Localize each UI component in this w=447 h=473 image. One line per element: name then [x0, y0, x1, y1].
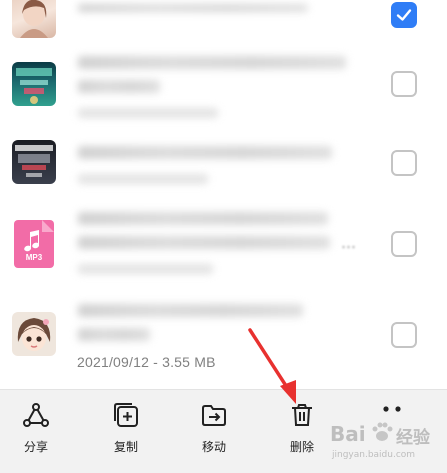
- album-cover-icon: [15, 145, 53, 177]
- file-name-blurred: [78, 56, 346, 69]
- file-meta: 2021/09/12 - 3.55 MB: [77, 354, 216, 370]
- file-thumbnail: [12, 0, 56, 38]
- more-options-icon[interactable]: …: [341, 234, 356, 252]
- file-name-blurred-line2: [78, 80, 160, 93]
- copy-icon: [111, 400, 141, 430]
- album-cover-icon: [16, 68, 52, 104]
- share-icon: [21, 400, 51, 430]
- list-item[interactable]: MP3 …: [0, 200, 447, 292]
- anime-avatar-icon: [17, 318, 51, 351]
- list-item[interactable]: 2021/09/12 - 3.55 MB: [0, 294, 447, 386]
- file-thumbnail: [12, 62, 56, 106]
- watermark-sub: jingyan.baidu.com: [332, 450, 416, 460]
- file-selection-screen: MP3 … 2021/09/12 - 3.55 MB 分享 复制 移动 删除 B…: [0, 0, 447, 473]
- delete-button[interactable]: 删除: [270, 400, 334, 460]
- selection-checkbox[interactable]: [391, 150, 417, 176]
- file-meta-blurred: [78, 264, 213, 274]
- share-button[interactable]: 分享: [4, 400, 68, 460]
- file-meta-blurred: [78, 108, 218, 118]
- move-button[interactable]: 移动: [182, 400, 246, 460]
- watermark-suffix: 经验: [396, 428, 430, 448]
- watermark: Bai 经验 jingyan.baidu.com: [330, 410, 440, 464]
- delete-label: 删除: [289, 440, 314, 454]
- file-thumbnail: MP3: [14, 220, 54, 268]
- selection-checkbox[interactable]: [391, 2, 417, 28]
- avatar-photo-icon: [20, 0, 48, 38]
- delete-icon: [287, 400, 317, 430]
- watermark-text: Bai: [330, 422, 366, 446]
- file-thumbnail: [12, 312, 56, 356]
- selection-checkbox[interactable]: [391, 322, 417, 348]
- file-name-blurred: [78, 304, 303, 317]
- copy-button[interactable]: 复制: [94, 400, 158, 460]
- selection-checkbox[interactable]: [391, 71, 417, 97]
- checkbox-checked-icon: [396, 9, 412, 21]
- paw-logo-icon: [372, 422, 393, 441]
- file-name-blurred: [78, 212, 328, 225]
- file-name-blurred-line2: [78, 328, 150, 341]
- copy-label: 复制: [113, 440, 138, 454]
- file-name-blurred: [78, 4, 308, 12]
- mp3-badge: MP3: [25, 253, 43, 262]
- file-name-blurred-line2: [78, 236, 330, 249]
- file-meta-blurred: [78, 174, 208, 184]
- file-thumbnail: [12, 140, 56, 184]
- selection-checkbox[interactable]: [391, 231, 417, 257]
- list-item[interactable]: [0, 118, 447, 210]
- move-label: 移动: [201, 440, 226, 454]
- file-name-blurred: [78, 146, 332, 159]
- move-icon: [199, 400, 229, 430]
- share-label: 分享: [23, 440, 48, 454]
- list-item[interactable]: [0, 38, 447, 130]
